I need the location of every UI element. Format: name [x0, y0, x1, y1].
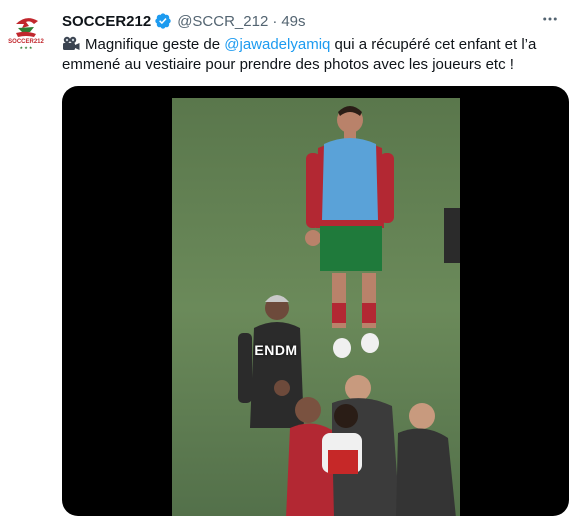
media-container[interactable]: ENDM — [62, 86, 569, 516]
tweet-card[interactable]: SOCCER212 ★ ★ ★ SOCCER212 @SCCR_212 · 49… — [0, 0, 569, 516]
movie-camera-icon — [62, 36, 80, 51]
author-handle[interactable]: @SCCR_212 — [177, 13, 268, 30]
mention-link[interactable]: @jawadelyamiq — [224, 36, 330, 53]
header-separator: · — [272, 12, 278, 30]
video-watermark: ENDM — [254, 342, 298, 358]
tweet-text-part-1: Magnifique geste de — [85, 36, 225, 53]
tweet-text: Magnifique geste de @jawadelyamiq qui a … — [62, 35, 558, 75]
video-frame[interactable]: ENDM — [172, 98, 460, 516]
author-name[interactable]: SOCCER212 — [62, 13, 151, 30]
video-still-image — [172, 98, 460, 516]
more-options-icon[interactable] — [536, 8, 564, 30]
tweet-header: SOCCER212 @SCCR_212 · 49s — [62, 11, 306, 31]
author-avatar[interactable]: SOCCER212 ★ ★ ★ — [4, 10, 48, 54]
svg-text:★ ★ ★: ★ ★ ★ — [20, 45, 33, 50]
tweet-timestamp[interactable]: 49s — [281, 13, 305, 30]
verified-badge-icon[interactable] — [154, 12, 172, 30]
soccer212-logo: SOCCER212 ★ ★ ★ — [4, 10, 48, 54]
